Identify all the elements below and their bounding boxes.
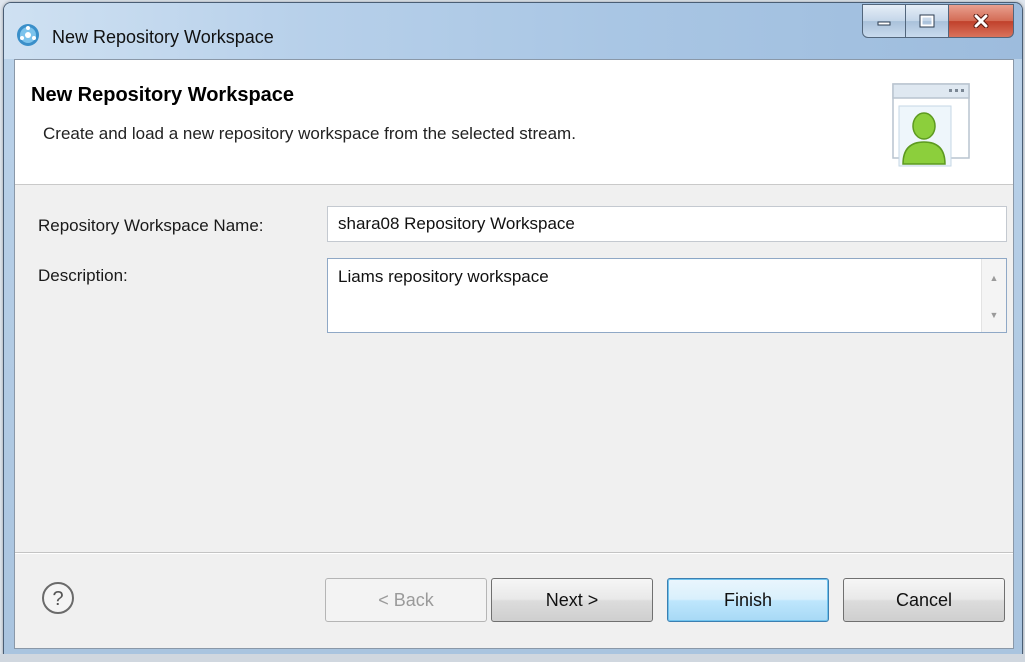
description-label: Description: <box>38 266 128 285</box>
description-field[interactable]: Liams repository workspace ▲ ▼ <box>327 258 1007 333</box>
maximize-button[interactable] <box>906 4 949 38</box>
svg-text:?: ? <box>52 588 63 610</box>
back-button[interactable]: < Back <box>325 578 487 622</box>
minimize-icon <box>877 21 891 26</box>
help-icon[interactable]: ? <box>41 581 75 615</box>
footer-separator <box>15 552 1013 554</box>
next-button[interactable]: Next > <box>491 578 653 622</box>
close-icon <box>973 14 989 28</box>
description-scrollbar[interactable]: ▲ ▼ <box>981 259 1006 332</box>
maximize-icon <box>919 14 935 28</box>
title-bar[interactable]: New Repository Workspace <box>4 3 1022 59</box>
description-value: Liams repository workspace <box>338 267 549 286</box>
dialog-window: New Repository Workspace New Repository … <box>3 2 1023 656</box>
background-strip <box>0 654 1025 662</box>
name-label: Repository Workspace Name: <box>38 216 264 235</box>
finish-button[interactable]: Finish <box>667 578 829 622</box>
workspace-name-field[interactable]: shara08 Repository Workspace <box>327 206 1007 242</box>
dialog-client: New Repository Workspace Create and load… <box>14 59 1014 649</box>
workspace-name-value: shara08 Repository Workspace <box>338 214 575 233</box>
wizard-banner: New Repository Workspace Create and load… <box>15 60 1013 185</box>
caption-buttons <box>862 4 1014 38</box>
window-title: New Repository Workspace <box>52 27 274 47</box>
minimize-button[interactable] <box>862 4 906 38</box>
banner-title: New Repository Workspace <box>31 84 295 106</box>
cancel-button[interactable]: Cancel <box>843 578 1005 622</box>
rtc-logo-icon <box>17 24 39 46</box>
scroll-down-icon[interactable]: ▼ <box>982 304 1006 326</box>
close-button[interactable] <box>949 4 1014 38</box>
scroll-up-icon[interactable]: ▲ <box>982 267 1006 289</box>
banner-description: Create and load a new repository workspa… <box>43 124 576 143</box>
workspace-user-icon <box>892 83 970 167</box>
